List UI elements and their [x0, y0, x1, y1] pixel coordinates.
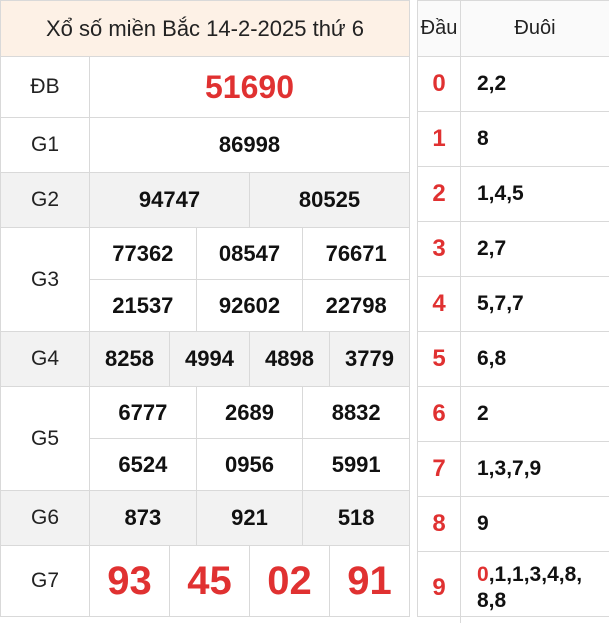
loto-duoi: 1,4,5	[477, 182, 524, 205]
loto-duoi: 9	[477, 512, 489, 535]
loto-row: 8 9	[418, 497, 609, 552]
prize-number-g5: 2689	[195, 387, 303, 438]
loto-dau: 9	[418, 552, 461, 623]
prize-number-g7: 02	[249, 546, 329, 616]
loto-dau: 2	[418, 167, 461, 221]
prize-number-g7: 93	[107, 558, 152, 603]
prize-number-g4: 8258	[105, 346, 154, 371]
prize-label-g6: G6	[1, 491, 90, 545]
prize-number-g2: 80525	[249, 173, 409, 227]
prize-row-g6: G6 873 921 518	[1, 491, 409, 546]
prize-number-g4: 3779	[329, 332, 409, 386]
loto-dau: 6	[418, 387, 461, 441]
prize-row-db: ĐB 51690	[1, 57, 409, 118]
loto-duoi: 2	[477, 402, 489, 425]
prize-row-g1: G1 86998	[1, 118, 409, 173]
prize-label-g7: G7	[1, 546, 90, 616]
prize-row-g5: G5 6777 2689 8832 6524 0956 5991	[1, 387, 409, 491]
prize-number-g3: 21537	[112, 292, 174, 318]
results-table: Xổ số miền Bắc 14-2-2025 thứ 6 ĐB 51690 …	[0, 0, 410, 617]
prize-number-g3: 08547	[195, 228, 303, 279]
loto-dau: 0	[418, 57, 461, 111]
loto-row: 5 6,8	[418, 332, 609, 387]
prize-number-g5: 6524	[118, 451, 168, 477]
prize-label-g4: G4	[1, 332, 90, 386]
prize-number-g6: 873	[124, 505, 162, 530]
loto-duoi: 8	[477, 127, 489, 150]
loto-duoi-rest: ,1,1,3,4,8,	[488, 562, 583, 586]
prize-row-g3: G3 77362 08547 76671 21537 92602 22798	[1, 228, 409, 332]
loto-duoi: 6,8	[477, 347, 507, 370]
loto-duoi: 5,7,7	[477, 292, 524, 315]
prize-number-g5: 6777	[118, 399, 168, 425]
prize-label-g3: G3	[1, 228, 90, 331]
loto-header: Đầu Đuôi	[418, 1, 609, 57]
prize-label-g2: G2	[1, 173, 90, 227]
loto-duoi: 1,3,7,9	[477, 457, 542, 480]
loto-row: 6 2	[418, 387, 609, 442]
loto-row: 2 1,4,5	[418, 167, 609, 222]
prize-number-g6: 921	[195, 491, 303, 545]
loto-duoi-rest-line2: 8,8	[477, 588, 507, 612]
prize-number-g4: 4994	[169, 332, 249, 386]
loto-header-duoi: Đuôi	[514, 17, 556, 39]
loto-header-dau: Đầu	[418, 1, 461, 56]
prize-number-g3: 22798	[302, 280, 409, 331]
loto-table: Đầu Đuôi 0 2,2 1 8 2 1,4,5 3 2,7 4 5,7,7…	[417, 0, 609, 623]
loto-row: 7 1,3,7,9	[418, 442, 609, 497]
prize-number-g3: 77362	[112, 240, 174, 266]
loto-dau: 3	[418, 222, 461, 276]
prize-label-g5: G5	[1, 387, 90, 490]
prize-row-g4: G4 8258 4994 4898 3779	[1, 332, 409, 387]
loto-dau: 8	[418, 497, 461, 551]
prize-number-g2: 94747	[138, 187, 201, 212]
prize-number-g3: 76671	[302, 228, 409, 279]
prize-number-g7: 91	[329, 546, 409, 616]
prize-number-g5: 0956	[195, 439, 303, 490]
prize-number-g3: 92602	[195, 280, 303, 331]
loto-row: 9 0,1,1,3,4,8, 8,8	[418, 552, 609, 623]
loto-row: 0 2,2	[418, 57, 609, 112]
prize-row-g2: G2 94747 80525	[1, 173, 409, 228]
loto-duoi-highlight: 0	[477, 562, 489, 586]
prize-row-g7: G7 93 45 02 91	[1, 546, 409, 616]
prize-label-db: ĐB	[1, 57, 90, 117]
loto-row: 3 2,7	[418, 222, 609, 277]
loto-duoi: 0,1,1,3,4,8, 8,8	[461, 552, 609, 623]
results-title: Xổ số miền Bắc 14-2-2025 thứ 6	[1, 1, 409, 57]
prize-number-g6: 518	[302, 491, 409, 545]
loto-dau: 4	[418, 277, 461, 331]
loto-dau: 1	[418, 112, 461, 166]
loto-duoi: 2,7	[477, 237, 507, 260]
loto-row: 4 5,7,7	[418, 277, 609, 332]
loto-dau: 5	[418, 332, 461, 386]
loto-row: 1 8	[418, 112, 609, 167]
prize-number-g5: 8832	[302, 387, 409, 438]
loto-duoi: 2,2	[477, 72, 507, 95]
prize-number-g7: 45	[169, 546, 249, 616]
loto-dau: 7	[418, 442, 461, 496]
prize-label-g1: G1	[1, 118, 90, 172]
prize-number-g5: 5991	[302, 439, 409, 490]
prize-number-db: 51690	[205, 68, 294, 105]
prize-number-g4: 4898	[249, 332, 329, 386]
prize-number-g1: 86998	[218, 132, 281, 157]
